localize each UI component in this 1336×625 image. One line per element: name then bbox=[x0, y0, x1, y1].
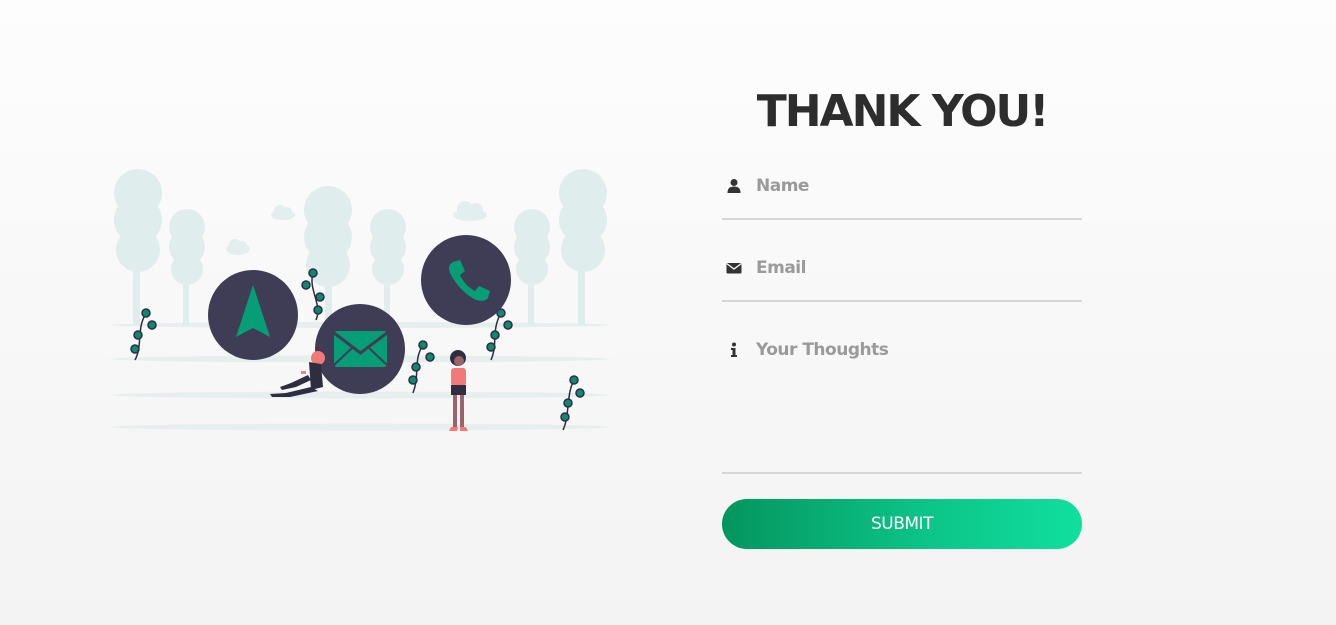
submit-button[interactable]: SUBMIT bbox=[722, 499, 1082, 549]
page-title: THANK YOU! bbox=[756, 86, 1050, 137]
email-input[interactable] bbox=[756, 254, 1076, 282]
navigation-arrow-icon bbox=[208, 270, 298, 360]
thoughts-field-wrapper bbox=[722, 336, 1082, 474]
name-input[interactable] bbox=[756, 172, 1076, 200]
background-trees bbox=[114, 169, 607, 325]
info-icon bbox=[731, 342, 737, 357]
user-icon bbox=[727, 179, 741, 193]
phone-icon bbox=[421, 235, 511, 325]
contact-form: THANK YOU! SUBMIT bbox=[722, 80, 1082, 549]
email-field-wrapper bbox=[722, 254, 1082, 302]
envelope-icon bbox=[726, 263, 742, 274]
mail-icon bbox=[315, 304, 405, 394]
contact-illustration bbox=[110, 169, 610, 431]
name-field-wrapper bbox=[722, 172, 1082, 220]
thoughts-textarea[interactable] bbox=[756, 336, 1076, 456]
